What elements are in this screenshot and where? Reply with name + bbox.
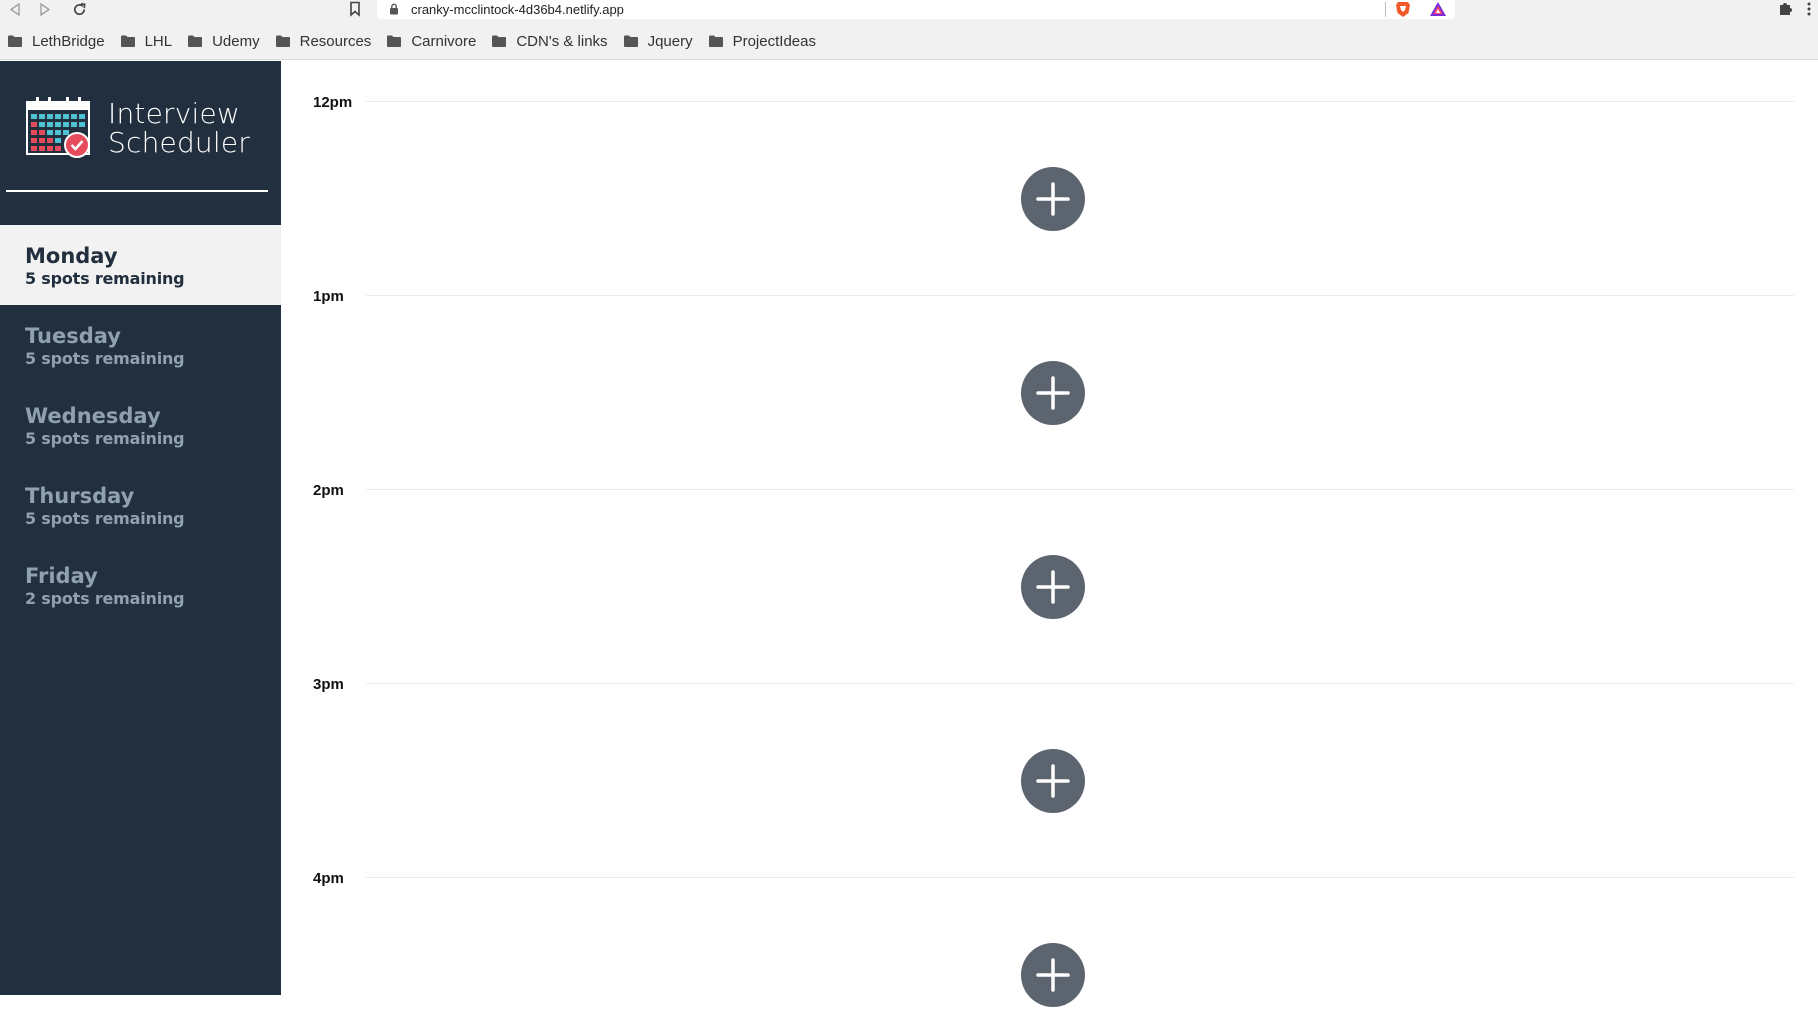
add-appointment-button[interactable] [1021, 361, 1085, 425]
lock-icon [389, 3, 399, 15]
bookmark-folder[interactable]: ProjectIdeas [708, 32, 816, 50]
browser-toolbar: cranky-mcclintock-4d36b4.netlify.app [0, 0, 1818, 23]
day-name: Tuesday [25, 324, 121, 348]
folder-icon [120, 35, 135, 47]
folder-icon [275, 35, 290, 47]
address-bar[interactable]: cranky-mcclintock-4d36b4.netlify.app [377, 0, 1455, 19]
bookmark-label: LethBridge [32, 32, 105, 50]
day-item-thursday[interactable]: Thursday 5 spots remaining [0, 465, 281, 545]
schedule: 12pm 1pm 2pm 3pm 4pm [281, 61, 1818, 1007]
day-list: Monday 5 spots remaining Tuesday 5 spots… [0, 225, 281, 625]
appointment-slot: 3pm [281, 643, 1818, 837]
bookmark-label: Udemy [212, 32, 260, 50]
extensions-puzzle-icon[interactable] [1778, 0, 1796, 18]
slot-separator [366, 877, 1794, 878]
folder-icon [623, 35, 638, 47]
day-item-monday[interactable]: Monday 5 spots remaining [0, 225, 281, 305]
day-name: Wednesday [25, 404, 161, 428]
add-appointment-button[interactable] [1021, 943, 1085, 1007]
folder-icon [188, 35, 203, 47]
reload-icon[interactable] [68, 0, 90, 18]
day-spots: 5 spots remaining [25, 509, 185, 528]
plus-icon [1036, 958, 1070, 992]
plus-icon [1036, 570, 1070, 604]
plus-icon [1036, 764, 1070, 798]
day-name: Monday [25, 244, 118, 268]
day-spots: 5 spots remaining [25, 429, 185, 448]
bookmark-folder[interactable]: LethBridge [8, 33, 105, 50]
url-text: cranky-mcclintock-4d36b4.netlify.app [411, 2, 624, 17]
bookmark-folder[interactable]: Udemy [188, 33, 260, 50]
bookmark-page-icon[interactable] [348, 1, 362, 17]
calendar-logo-icon [26, 97, 90, 158]
browser-menu-icon[interactable] [1806, 1, 1812, 17]
bookmarks-bar: LethBridge LHL Udemy Resources Carnivore… [0, 23, 1818, 60]
bookmark-folder[interactable]: Jquery [623, 32, 693, 50]
slot-time: 3pm [313, 676, 344, 693]
add-appointment-button[interactable] [1021, 167, 1085, 231]
appointment-slot: 4pm [281, 837, 1818, 1031]
app-title-line2: Scheduler [108, 126, 250, 159]
day-name: Friday [25, 564, 98, 588]
day-item-wednesday[interactable]: Wednesday 5 spots remaining [0, 385, 281, 465]
bookmark-label: Carnivore [411, 32, 477, 50]
app-logo: Interview Scheduler [26, 96, 250, 160]
plus-icon [1036, 182, 1070, 216]
slot-time: 2pm [313, 482, 344, 499]
slot-separator [366, 101, 1794, 102]
bookmark-label: LHL [144, 32, 173, 50]
brave-shield-icon[interactable] [1395, 1, 1411, 18]
add-appointment-button[interactable] [1021, 749, 1085, 813]
slot-time: 1pm [313, 288, 344, 305]
slot-separator [366, 295, 1794, 296]
plus-icon [1036, 376, 1070, 410]
bookmark-label: ProjectIdeas [732, 32, 816, 50]
toolbar-divider [1385, 2, 1386, 17]
bookmark-folder[interactable]: Resources [275, 32, 372, 50]
forward-icon[interactable] [34, 0, 56, 18]
slot-separator [366, 683, 1794, 684]
bookmark-folder[interactable]: CDN's & links [492, 32, 608, 50]
day-name: Thursday [25, 484, 135, 508]
back-icon[interactable] [4, 0, 26, 18]
folder-icon [387, 35, 402, 47]
sidebar: Interview Scheduler Monday 5 spots remai… [0, 61, 281, 995]
appointment-slot: 2pm [281, 449, 1818, 643]
day-spots: 5 spots remaining [25, 269, 185, 288]
app-title: Interview Scheduler [108, 99, 250, 157]
bookmark-folder[interactable]: Carnivore [387, 33, 476, 50]
slot-time: 12pm [313, 94, 353, 111]
folder-icon [8, 35, 22, 47]
folder-icon [492, 35, 507, 47]
appointment-slot: 1pm [281, 255, 1818, 449]
rewards-triangle-icon[interactable] [1429, 1, 1447, 17]
bookmark-label: Jquery [647, 32, 693, 50]
bookmark-label: CDN's & links [516, 32, 608, 50]
day-item-tuesday[interactable]: Tuesday 5 spots remaining [0, 305, 281, 385]
slot-time: 4pm [313, 870, 344, 887]
appointment-slot: 12pm [281, 61, 1818, 255]
slot-separator [366, 489, 1794, 490]
bookmark-folder[interactable]: LHL [120, 32, 173, 50]
bookmark-label: Resources [299, 32, 372, 50]
folder-icon [708, 35, 723, 47]
app-title-line1: Interview [108, 97, 240, 130]
day-spots: 2 spots remaining [25, 589, 185, 608]
day-spots: 5 spots remaining [25, 349, 185, 368]
add-appointment-button[interactable] [1021, 555, 1085, 619]
day-item-friday[interactable]: Friday 2 spots remaining [0, 545, 281, 625]
sidebar-divider [6, 190, 268, 192]
